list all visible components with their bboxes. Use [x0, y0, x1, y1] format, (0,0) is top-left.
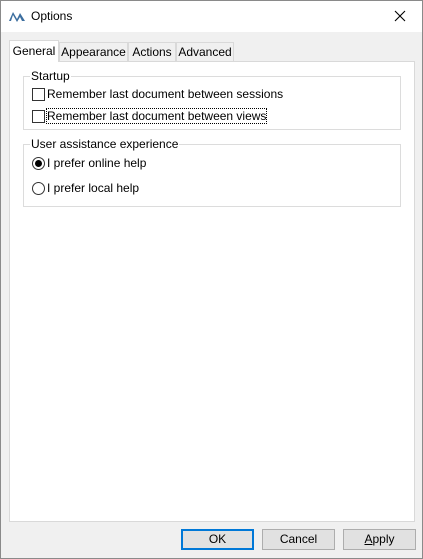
online-help-label: I prefer online help [47, 156, 147, 170]
startup-group-title: Startup [30, 69, 71, 83]
remember-sessions-label: Remember last document between sessions [47, 87, 284, 101]
tab-actions[interactable]: Actions [128, 42, 176, 61]
online-help-radio[interactable]: I prefer online help [32, 155, 146, 171]
remember-sessions-checkbox[interactable]: Remember last document between sessions [32, 86, 283, 102]
app-logo-icon [9, 12, 25, 22]
tab-general-label: General [12, 44, 56, 58]
remember-views-checkbox[interactable]: Remember last document between views [32, 108, 268, 124]
checkbox-box[interactable] [32, 109, 45, 123]
tab-actions-label: Actions [132, 45, 172, 59]
local-help-label: I prefer local help [47, 181, 140, 195]
tab-general[interactable]: General [9, 40, 59, 62]
dialog-client-area: General Appearance Actions Advanced Star… [1, 32, 422, 558]
remember-views-label: Remember last document between views [45, 108, 268, 124]
user-assistance-group-title: User assistance experience [30, 137, 180, 151]
startup-group: Startup Remember last document between s… [23, 69, 401, 130]
checkbox-box[interactable] [32, 87, 45, 101]
window-title: Options [31, 9, 73, 23]
radio-circle[interactable] [32, 181, 45, 195]
options-dialog: Options General Appearance Actions Advan… [0, 0, 423, 559]
radio-circle[interactable] [32, 156, 45, 170]
general-tab-panel: Startup Remember last document between s… [9, 61, 415, 522]
tab-advanced[interactable]: Advanced [176, 42, 234, 61]
user-assistance-group: User assistance experience I prefer onli… [23, 137, 401, 207]
tab-advanced-label: Advanced [178, 45, 232, 59]
apply-button[interactable]: Apply [343, 529, 416, 550]
ok-button[interactable]: OK [181, 529, 254, 550]
tab-appearance[interactable]: Appearance [59, 42, 128, 61]
local-help-radio[interactable]: I prefer local help [32, 180, 139, 196]
close-icon [394, 10, 405, 22]
close-button[interactable] [377, 1, 422, 31]
tab-appearance-label: Appearance [61, 45, 126, 59]
title-bar: Options [1, 1, 422, 32]
cancel-button[interactable]: Cancel [262, 529, 335, 550]
